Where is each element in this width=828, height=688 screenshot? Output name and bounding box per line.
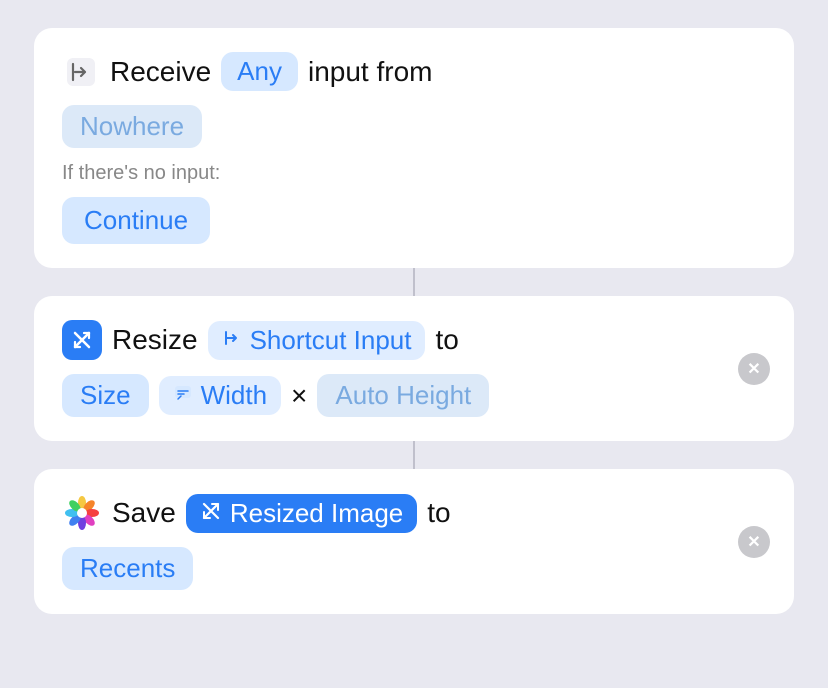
save-text: Save — [112, 497, 176, 529]
save-row1: Save Resized Image to — [62, 493, 766, 533]
shortcut-input-badge[interactable]: Shortcut Input — [208, 321, 426, 360]
shortcut-arrow-icon — [222, 328, 242, 353]
receive-text: Receive — [110, 56, 211, 88]
times-text: × — [291, 380, 307, 412]
resize-text: Resize — [112, 324, 198, 356]
size-badge[interactable]: Size — [62, 374, 149, 417]
resize-to-text: to — [435, 324, 458, 356]
receive-row: Receive Any input from — [62, 52, 766, 91]
resize-close-button[interactable]: ✕ — [738, 353, 770, 385]
message-icon — [173, 383, 193, 408]
receive-icon — [62, 53, 100, 91]
save-to-text: to — [427, 497, 450, 529]
resize-icon — [62, 320, 102, 360]
save-card: Save Resized Image to Recents ✕ — [34, 469, 794, 614]
save-close-button[interactable]: ✕ — [738, 526, 770, 558]
connector-2 — [413, 441, 415, 469]
resize-badge-icon — [200, 498, 222, 529]
width-badge[interactable]: Width — [159, 376, 281, 415]
if-no-input-label: If there's no input: — [62, 162, 766, 185]
recents-badge[interactable]: Recents — [62, 547, 193, 590]
any-badge[interactable]: Any — [221, 52, 298, 91]
input-from-text: input from — [308, 56, 433, 88]
resize-row2: Size Width × Auto Height — [62, 374, 766, 417]
photos-icon — [62, 493, 102, 533]
continue-badge[interactable]: Continue — [62, 197, 210, 244]
nowhere-badge[interactable]: Nowhere — [62, 105, 202, 148]
connector-1 — [413, 268, 415, 296]
resize-row1: Resize Shortcut Input to — [62, 320, 766, 360]
receive-card: Receive Any input from Nowhere If there'… — [34, 28, 794, 268]
auto-height-badge[interactable]: Auto Height — [317, 374, 489, 417]
resized-image-badge[interactable]: Resized Image — [186, 494, 417, 533]
resize-card: Resize Shortcut Input to Size Width — [34, 296, 794, 441]
